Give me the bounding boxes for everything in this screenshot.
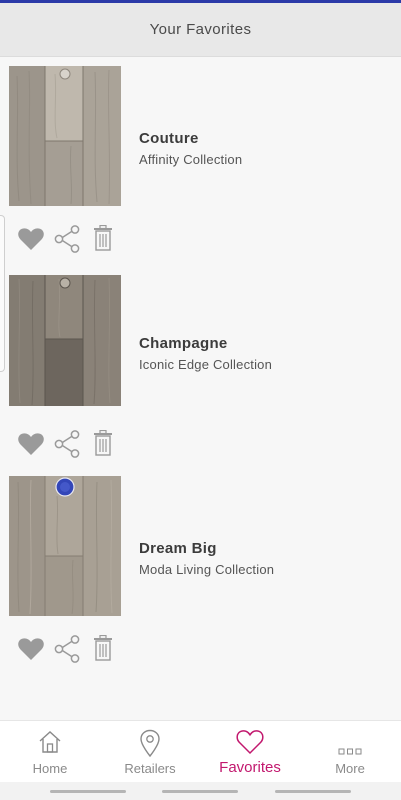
product-name[interactable]: Dream Big <box>139 540 217 557</box>
nav-label-favorites: Favorites <box>219 759 281 776</box>
product-collection: Affinity Collection <box>139 152 243 167</box>
trash-icon[interactable] <box>93 429 113 461</box>
product-collection: Moda Living Collection <box>139 562 275 577</box>
app-screen: Your Favorites Couture Affinity Collecti… <box>0 0 401 800</box>
heart-icon[interactable] <box>17 227 45 256</box>
favorite-item: Dream Big Moda Living Collection <box>0 467 401 672</box>
trash-icon[interactable] <box>93 224 113 256</box>
share-icon[interactable] <box>54 225 80 258</box>
gesture-segment <box>275 790 351 793</box>
nav-label-more: More <box>335 761 365 776</box>
nav-item-retailers[interactable]: Retailers <box>100 721 200 783</box>
nav-label-retailers: Retailers <box>124 761 176 776</box>
trash-icon[interactable] <box>93 634 113 666</box>
product-thumbnail[interactable] <box>9 66 121 206</box>
page-title: Your Favorites <box>149 21 252 38</box>
share-icon[interactable] <box>54 635 80 668</box>
home-icon <box>37 729 63 760</box>
heart-icon[interactable] <box>17 432 45 461</box>
heart-outline-icon <box>236 729 264 760</box>
nav-label-home: Home <box>32 761 68 776</box>
product-collection: Iconic Edge Collection <box>139 357 273 372</box>
nav-item-favorites[interactable]: Favorites <box>200 721 300 783</box>
product-name[interactable]: Champagne <box>139 335 228 352</box>
header-bar: Your Favorites <box>0 3 401 57</box>
favorite-item: Champagne Iconic Edge Collection <box>0 266 401 471</box>
product-thumbnail[interactable] <box>9 275 121 406</box>
favorite-item: Couture Affinity Collection <box>0 57 401 262</box>
system-gesture-bar <box>0 782 401 800</box>
bottom-nav: Home Retailers Favorites More <box>0 720 401 783</box>
favorites-list: Couture Affinity Collection Champagne Ic… <box>0 57 401 720</box>
gesture-segment <box>50 790 126 793</box>
map-pin-icon <box>138 729 162 762</box>
share-icon[interactable] <box>54 430 80 463</box>
heart-icon[interactable] <box>17 637 45 666</box>
nav-item-more[interactable]: More <box>300 721 400 783</box>
more-icon <box>338 743 362 761</box>
gesture-segment <box>162 790 238 793</box>
nav-item-home[interactable]: Home <box>0 721 100 783</box>
product-thumbnail[interactable] <box>9 476 121 616</box>
product-name[interactable]: Couture <box>139 130 199 147</box>
